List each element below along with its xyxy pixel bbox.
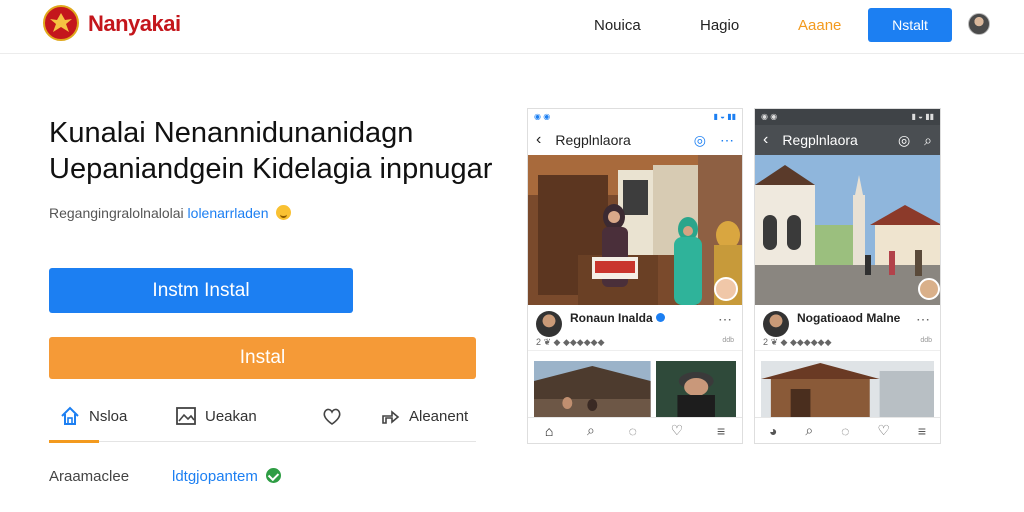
status-right-icons: ▮ ◒ ▮▮ [713, 112, 736, 121]
phone-mockup-1: ◉ ◉ ▮ ◒ ▮▮ ‹ Regplnlaora ◎ ⋯ Ronaun Inal… [527, 108, 743, 444]
heart-icon[interactable]: ♡ [671, 422, 684, 439]
heart-icon[interactable]: ♡ [877, 422, 890, 439]
tab-favorites[interactable] [321, 390, 343, 442]
nav-link-1[interactable]: Nouica [594, 17, 641, 34]
top-header: Nanyakai Nouica Hagio Aaane Nstalt [0, 0, 1024, 54]
phone-app-title: Regplnlaora [782, 132, 858, 148]
post-time: ddb [920, 337, 932, 344]
back-arrow-icon[interactable]: ‹ [763, 131, 768, 149]
search-icon[interactable]: ⌕ [805, 422, 813, 439]
tab-share[interactable]: Aleanent [379, 390, 468, 442]
status-right-icons: ▮ ◒ ▮▮ [911, 112, 934, 121]
phone-app-bar: ‹ Regplnlaora ◎ ⋯ [528, 125, 742, 155]
thumbnail-1[interactable] [534, 361, 651, 417]
thumbnail-row [755, 361, 940, 417]
post-header: Ronaun Inalda ⋯ 2 ❦ ◆ ◆◆◆◆◆◆ ddb [528, 305, 742, 351]
search-icon[interactable]: ⌕ [587, 422, 595, 439]
post-author-name[interactable]: Ronaun Inalda [570, 311, 653, 325]
tab-gallery[interactable]: Ueakan [175, 390, 257, 442]
hero-subtitle-text: Regangingralolnalolai [49, 205, 184, 221]
status-bar: ◉ ◉ ▮ ◒ ▮▮ [755, 109, 940, 125]
menu-icon[interactable]: ≡ [717, 423, 725, 439]
post-stats: 2 ❦ ◆ ◆◆◆◆◆◆ [536, 337, 605, 347]
photo-person-portrait [655, 361, 736, 417]
photo-people-at-stall [528, 155, 742, 305]
active-tab-indicator [49, 440, 99, 443]
tab-share-label: Aleanent [409, 407, 469, 425]
messenger-icon[interactable]: ◎ [694, 132, 706, 149]
post-photo[interactable] [528, 155, 742, 305]
photo-roof-people [534, 361, 651, 417]
post-avatar[interactable] [536, 311, 562, 337]
share-icon [382, 410, 400, 424]
photo-wooden-house [761, 361, 934, 417]
post-photo[interactable] [755, 155, 940, 305]
footer-link[interactable]: ldtgjopantem [172, 468, 282, 485]
header-cta-button[interactable]: Nstalt [868, 8, 952, 42]
image-icon [176, 407, 196, 425]
post-avatar[interactable] [763, 311, 789, 337]
status-bar: ◉ ◉ ▮ ◒ ▮▮ [528, 109, 742, 125]
messenger-icon[interactable]: ◎ [898, 132, 910, 149]
thumbnail-row [528, 361, 742, 417]
phone-mockup-2: ◉ ◉ ▮ ◒ ▮▮ ‹ Regplnlaora ◎ ⌕ Nogatioaod … [754, 108, 941, 444]
phone-app-title: Regplnlaora [555, 132, 631, 148]
home-icon [61, 406, 79, 425]
hero-subtitle: Regangingralolnalolai lolenarrladen [49, 205, 292, 221]
post-more-icon[interactable]: ⋯ [916, 311, 930, 328]
chat-icon[interactable]: ◌ [629, 423, 637, 439]
smile-emoji-icon [276, 205, 292, 220]
brand-logo[interactable] [43, 5, 79, 41]
search-icon[interactable]: ⌕ [924, 132, 932, 149]
post-header: Nogatioaod Malne ⋯ 2 ❦ ◆ ◆◆◆◆◆◆ ddb [755, 305, 940, 351]
chat-icon[interactable]: ◌ [841, 423, 849, 439]
post-author[interactable]: Ronaun Inalda [570, 311, 665, 325]
status-left-icons: ◉ ◉ [761, 112, 778, 121]
post-more-icon[interactable]: ⋯ [718, 311, 732, 328]
status-left-icons: ◉ ◉ [534, 112, 551, 121]
tab-home-label: Nsloa [89, 407, 128, 425]
tab-gallery-label: Ueakan [205, 407, 257, 425]
menu-icon[interactable]: ≡ [918, 423, 926, 439]
install-primary-button[interactable]: Instm Instal [49, 268, 353, 313]
phone-bottom-nav: ◕ ⌕ ◌ ♡ ≡ [755, 417, 940, 443]
hero-subtitle-link[interactable]: lolenarrladen [188, 205, 269, 221]
install-secondary-button[interactable]: Instal [49, 337, 476, 379]
photo-colonial-building [755, 155, 940, 305]
footer-link-text[interactable]: ldtgjopantem [172, 468, 258, 485]
post-time: ddb [722, 337, 734, 344]
phone-bottom-nav: ⌂ ⌕ ◌ ♡ ≡ [528, 417, 742, 443]
user-avatar[interactable] [968, 13, 990, 35]
home-icon[interactable]: ⌂ [545, 423, 553, 439]
brand-name[interactable]: Nanyakai [88, 11, 181, 37]
phone-app-bar: ‹ Regplnlaora ◎ ⌕ [755, 125, 940, 155]
profile-avatar-icon[interactable]: ◕ [769, 423, 777, 439]
thumbnail-1[interactable] [761, 361, 934, 417]
garuda-emblem-icon [50, 13, 72, 32]
verified-badge-icon [655, 313, 665, 322]
more-icon[interactable]: ⋯ [720, 132, 734, 149]
tab-home[interactable]: Nsloa [59, 390, 127, 442]
nav-link-3[interactable]: Aaane [798, 17, 841, 34]
post-stats: 2 ❦ ◆ ◆◆◆◆◆◆ [763, 337, 832, 347]
post-author[interactable]: Nogatioaod Malne [797, 311, 900, 325]
back-arrow-icon[interactable]: ‹ [536, 131, 541, 149]
thumbnail-2[interactable] [655, 361, 736, 417]
post-author-name[interactable]: Nogatioaod Malne [797, 311, 900, 325]
heart-icon [323, 408, 341, 425]
nav-link-2[interactable]: Hagio [700, 17, 739, 34]
check-circle-icon [266, 468, 282, 483]
hero-title-line1: Kunalai Nenannidunanidagn [49, 117, 414, 149]
footer-label: Araamaclee [49, 468, 130, 485]
hero-title-line2: Uepaniandgein Kidelagia inpnugar [49, 153, 493, 185]
feature-tabs: Nsloa Ueakan Aleanent [49, 390, 476, 443]
